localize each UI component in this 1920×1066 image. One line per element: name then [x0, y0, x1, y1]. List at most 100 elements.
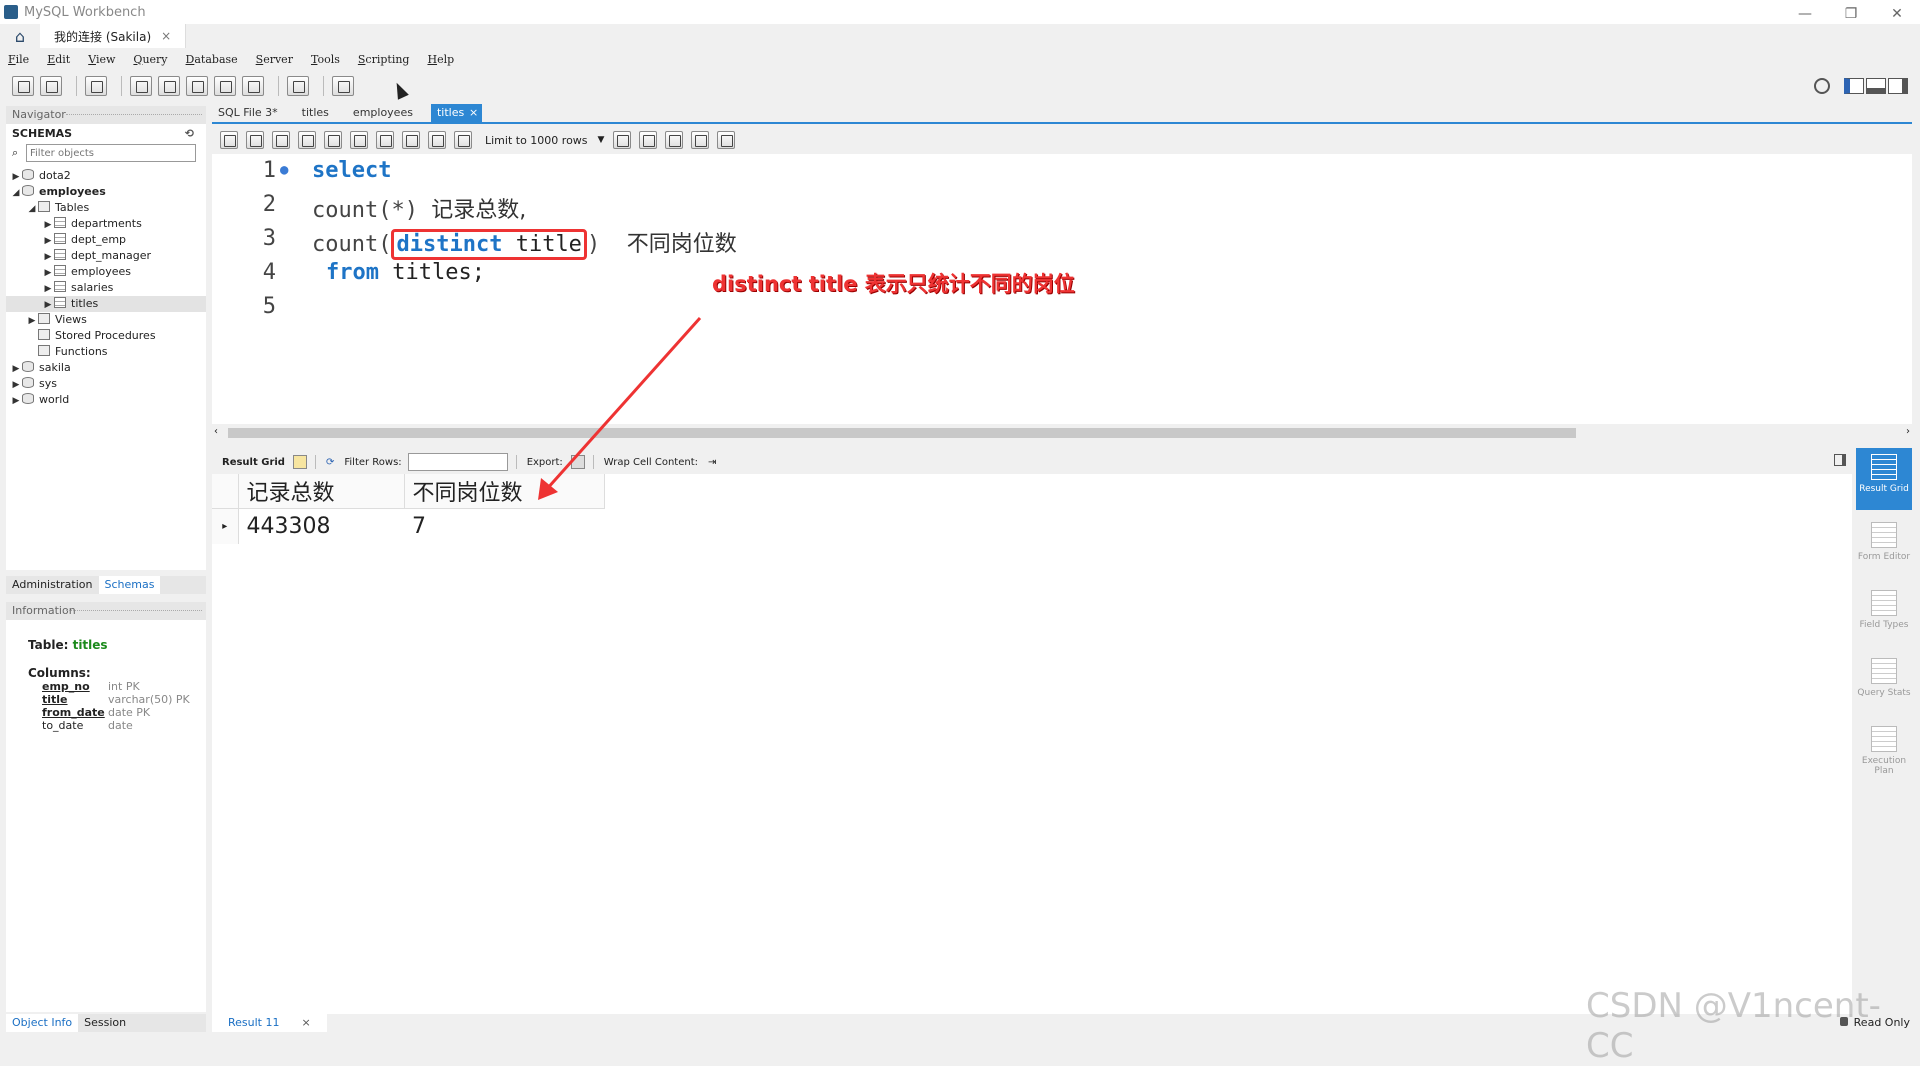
tree-item[interactable]: ▶ employees	[6, 264, 206, 280]
collapsed-arrow-icon[interactable]: ▶	[10, 377, 22, 393]
filter-objects-input[interactable]	[26, 144, 196, 162]
sql-editor[interactable]: 1 ● select 2 count(*) 记录总数, 3 count(dist…	[212, 154, 1912, 424]
home-icon[interactable]: ⌂	[0, 24, 40, 48]
save-icon[interactable]	[246, 131, 264, 149]
execution-plan-panel-button[interactable]: Execution Plan	[1856, 720, 1912, 782]
expanded-arrow-icon[interactable]: ◢	[10, 185, 22, 201]
scroll-left-icon[interactable]: ‹	[214, 426, 218, 437]
create-schema-icon[interactable]	[130, 76, 152, 96]
create-view-icon[interactable]	[186, 76, 208, 96]
beautify-icon[interactable]	[639, 131, 658, 149]
preferences-icon[interactable]	[1814, 78, 1830, 94]
field-types-panel-button[interactable]: Field Types	[1856, 584, 1912, 646]
reconnect-icon[interactable]	[332, 76, 354, 96]
toggle-sidebar-icon[interactable]	[1844, 78, 1864, 94]
cell-value[interactable]: 7	[404, 508, 604, 544]
connection-tab[interactable]: 我的连接 (Sakila) ×	[40, 24, 187, 48]
autocommit-icon[interactable]	[454, 131, 472, 149]
open-file-icon[interactable]	[220, 131, 238, 149]
collapsed-arrow-icon[interactable]: ▶	[26, 313, 38, 329]
limit-rows-select[interactable]: Limit to 1000 rows ▼	[484, 131, 605, 149]
collapsed-arrow-icon[interactable]: ▶	[42, 297, 54, 313]
commit-icon[interactable]	[402, 131, 420, 149]
form-editor-panel-button[interactable]: Form Editor	[1856, 516, 1912, 578]
tab-session[interactable]: Session	[78, 1014, 132, 1032]
tree-item[interactable]: Stored Procedures	[6, 328, 206, 344]
result-grid-label[interactable]: Result Grid	[222, 457, 285, 468]
tab-schemas[interactable]: Schemas	[98, 576, 161, 594]
stop-icon[interactable]	[350, 131, 368, 149]
tree-item[interactable]: ◢ Tables	[6, 200, 206, 216]
menu-view[interactable]: View	[88, 53, 115, 66]
explain-icon[interactable]	[324, 131, 342, 149]
tree-item[interactable]: ▶ world	[6, 392, 206, 408]
collapsed-arrow-icon[interactable]: ▶	[42, 233, 54, 249]
collapsed-arrow-icon[interactable]: ▶	[42, 249, 54, 265]
menu-edit[interactable]: Edit	[47, 53, 70, 66]
rollback-icon[interactable]	[428, 131, 446, 149]
close-tab-icon[interactable]: ×	[469, 104, 478, 122]
tree-item[interactable]: ▶ salaries	[6, 280, 206, 296]
execute-icon[interactable]	[272, 131, 290, 149]
menu-query[interactable]: Query	[133, 53, 167, 66]
close-tab-icon[interactable]: ×	[161, 29, 171, 43]
search-table-data-icon[interactable]	[287, 76, 309, 96]
column-header[interactable]: 记录总数	[238, 474, 405, 509]
create-table-icon[interactable]	[158, 76, 180, 96]
tab-result-11[interactable]: Result 11 ×	[212, 1014, 327, 1032]
collapsed-arrow-icon[interactable]: ▶	[10, 169, 22, 185]
tree-item[interactable]: ▶ dept_emp	[6, 232, 206, 248]
tab-sql-file-3[interactable]: SQL File 3*	[212, 104, 296, 122]
tree-item[interactable]: ▶ Views	[6, 312, 206, 328]
tree-item[interactable]: ▶ sakila	[6, 360, 206, 376]
collapsed-arrow-icon[interactable]: ▶	[10, 361, 22, 377]
toggle-continue-on-error-icon[interactable]	[376, 131, 394, 149]
menu-database[interactable]: Database	[186, 53, 238, 66]
menu-file[interactable]: File	[8, 53, 29, 66]
wrap-lines-icon[interactable]	[717, 131, 736, 149]
scroll-right-icon[interactable]: ›	[1906, 426, 1910, 437]
wrap-toggle-icon[interactable]: ⇥	[708, 457, 716, 468]
tree-item[interactable]: ▶ departments	[6, 216, 206, 232]
menu-server[interactable]: Server	[256, 53, 293, 66]
tab-titles[interactable]: titles	[296, 104, 347, 122]
tree-item[interactable]: ▶ titles	[6, 296, 206, 312]
collapsed-arrow-icon[interactable]: ▶	[42, 217, 54, 233]
toggle-secondary-sidebar-icon[interactable]	[1888, 78, 1908, 94]
find-icon[interactable]	[665, 131, 684, 149]
tree-item[interactable]: Functions	[6, 344, 206, 360]
grid-icon[interactable]	[292, 455, 307, 469]
table-row[interactable]: ▸ 443308 7	[212, 508, 604, 544]
open-sql-script-icon[interactable]	[40, 76, 62, 96]
collapsed-arrow-icon[interactable]: ▶	[42, 281, 54, 297]
toggle-result-panel-icon[interactable]	[1834, 454, 1846, 466]
filter-rows-input[interactable]	[407, 453, 508, 471]
tree-item[interactable]: ▶ dept_manager	[6, 248, 206, 264]
refresh-schemas-icon[interactable]: ⟲	[185, 124, 194, 144]
editor-scrollbar[interactable]: ‹ ›	[212, 426, 1912, 440]
menu-help[interactable]: Help	[427, 53, 454, 66]
new-sql-tab-icon[interactable]	[12, 76, 34, 96]
menu-tools[interactable]: Tools	[311, 53, 340, 66]
scrollbar-thumb[interactable]	[228, 428, 1576, 438]
tab-object-info[interactable]: Object Info	[6, 1014, 79, 1032]
expanded-arrow-icon[interactable]: ◢	[26, 201, 38, 217]
row-pointer-icon[interactable]: ▸	[212, 508, 239, 544]
close-tab-icon[interactable]: ×	[293, 1016, 319, 1029]
invisible-chars-icon[interactable]	[691, 131, 710, 149]
tab-employees[interactable]: employees	[347, 104, 431, 122]
inspector-icon[interactable]	[85, 76, 107, 96]
cell-value[interactable]: 443308	[238, 508, 404, 544]
tree-item[interactable]: ▶ sys	[6, 376, 206, 392]
add-snippet-icon[interactable]	[613, 131, 632, 149]
create-function-icon[interactable]	[242, 76, 264, 96]
column-header[interactable]: 不同岗位数	[404, 474, 605, 509]
tree-item[interactable]: ◢ employees	[6, 184, 206, 200]
execute-current-icon[interactable]	[298, 131, 316, 149]
menu-scripting[interactable]: Scripting	[358, 53, 410, 66]
query-stats-panel-button[interactable]: Query Stats	[1856, 652, 1912, 714]
export-icon[interactable]	[570, 455, 585, 469]
create-procedure-icon[interactable]	[214, 76, 236, 96]
result-grid-panel-button[interactable]: Result Grid	[1856, 448, 1912, 510]
tab-titles-active[interactable]: titles ×	[430, 104, 483, 122]
